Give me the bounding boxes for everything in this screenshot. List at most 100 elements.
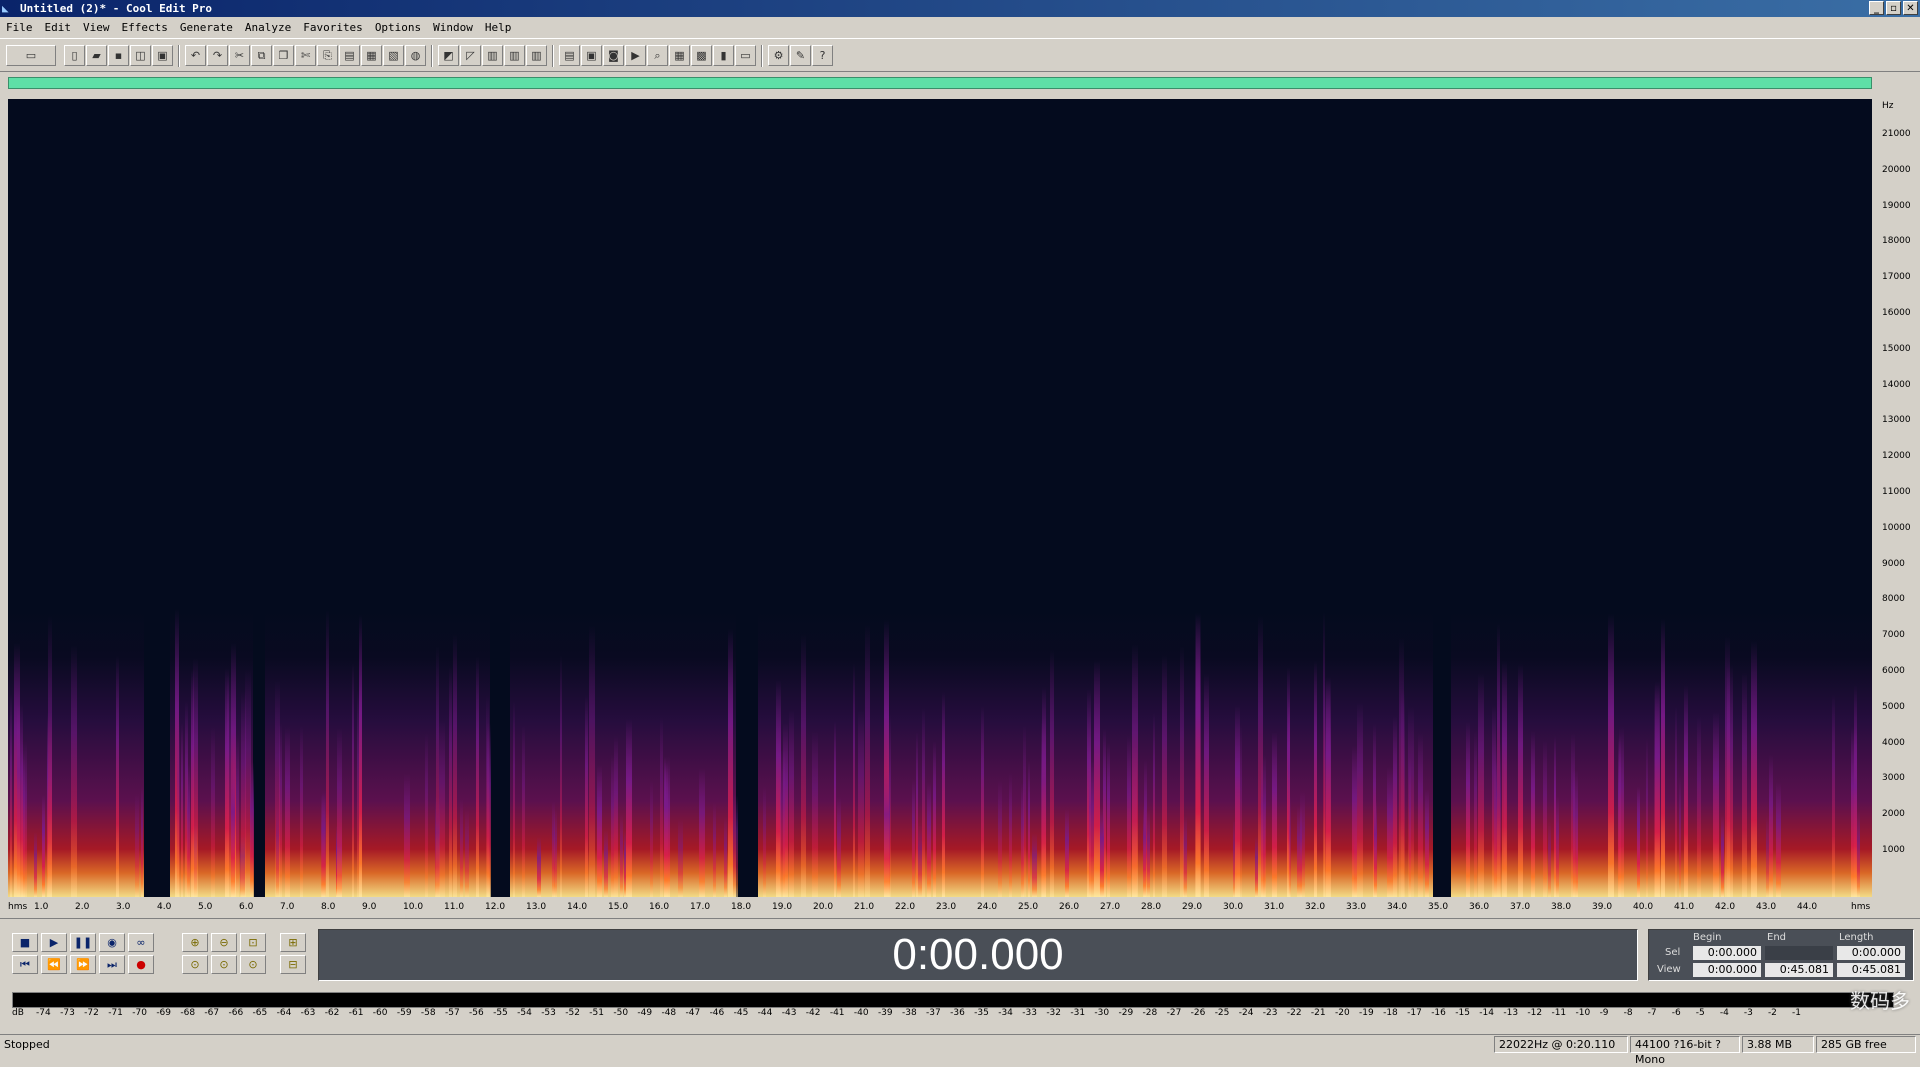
meter-tick-label: -60 (372, 1008, 388, 1018)
new-file-icon[interactable]: ▯ (64, 45, 85, 66)
multitrack-toggle-icon[interactable]: ▭ (6, 45, 56, 66)
meter-tick-label: -7 (1647, 1008, 1657, 1018)
zoom-out-horizontal-icon[interactable]: ⊖ (211, 933, 237, 952)
redo-icon[interactable]: ↷ (207, 45, 228, 66)
menu-favorites[interactable]: Favorites (297, 21, 369, 34)
meter-tick-label: -26 (1190, 1008, 1206, 1018)
zoom-full-icon[interactable]: ⊡ (240, 933, 266, 952)
copy-new-icon[interactable]: ❐ (273, 45, 294, 66)
save-all-icon[interactable]: ◫ (130, 45, 151, 66)
zoom-out-vertical-icon[interactable]: ⊟ (280, 955, 306, 974)
time-tick-label: 40.0 (1633, 902, 1654, 912)
go-to-end-button[interactable]: ⏭ (99, 955, 125, 974)
mix-paste-icon[interactable]: ▦ (361, 45, 382, 66)
meter-tick-label: -4 (1719, 1008, 1729, 1018)
sel-begin-field[interactable]: 0:00.000 (1693, 946, 1761, 960)
loop-button[interactable]: ∞ (128, 933, 154, 952)
spectral-burst (404, 774, 411, 897)
spectral-burst (1204, 674, 1210, 897)
copy-icon[interactable]: ⧉ (251, 45, 272, 66)
menu-options[interactable]: Options (369, 21, 427, 34)
play-list-icon[interactable]: ▣ (581, 45, 602, 66)
cut-icon[interactable]: ✄ (295, 45, 316, 66)
play-icon[interactable]: ▶ (625, 45, 646, 66)
pause-button[interactable]: ❚❚ (70, 933, 96, 952)
frequency-analysis-icon[interactable]: ⌕ (647, 45, 668, 66)
spectral-burst (512, 701, 515, 897)
time-tick-label: 36.0 (1469, 902, 1490, 912)
batch-icon[interactable]: ▩ (691, 45, 712, 66)
zoom-in-horizontal-icon[interactable]: ⊕ (182, 933, 208, 952)
paste-new-icon[interactable]: ▤ (339, 45, 360, 66)
time-ruler[interactable]: hms 1.0 2.0 3.0 4.0 5.0 6.0 7.0 8.0 9.0 10.0 11.0 1… (8, 899, 1872, 915)
spectral-burst (1040, 718, 1046, 897)
menu-effects[interactable]: Effects (116, 21, 174, 34)
view-end-field[interactable]: 0:45.081 (1765, 963, 1833, 977)
undo-icon[interactable]: ↶ (185, 45, 206, 66)
rewind-button[interactable]: ⏪ (41, 955, 67, 974)
statistics-icon[interactable]: ▦ (669, 45, 690, 66)
display-icon[interactable]: ▭ (735, 45, 756, 66)
cue-list-icon[interactable]: ▤ (559, 45, 580, 66)
spectral-burst (239, 833, 245, 897)
settings-icon[interactable]: ⚙ (768, 45, 789, 66)
menu-view[interactable]: View (77, 21, 116, 34)
zoom-right-icon[interactable]: ⊙ (240, 955, 266, 974)
sel-length-field[interactable]: 0:00.000 (1837, 946, 1905, 960)
meter-tick-label: -71 (108, 1008, 123, 1018)
zoom-to-selection-icon[interactable]: ⊙ (182, 955, 208, 974)
script-icon[interactable]: ✎ (790, 45, 811, 66)
time-unit-end: hms (1851, 902, 1871, 912)
time-tick-label: 3.0 (116, 902, 131, 912)
menu-analyze[interactable]: Analyze (239, 21, 297, 34)
snap-zero-icon[interactable]: ▥ (526, 45, 547, 66)
spectral-burst (135, 794, 139, 897)
go-to-start-button[interactable]: ⏮ (12, 955, 38, 974)
save-icon[interactable]: ▪ (108, 45, 129, 66)
view-length-field[interactable]: 0:45.081 (1837, 963, 1905, 977)
menu-generate[interactable]: Generate (174, 21, 239, 34)
spectral-burst (1502, 661, 1508, 897)
repeat-icon[interactable]: ✂ (229, 45, 250, 66)
spectral-burst (677, 819, 684, 897)
info-icon[interactable]: ◙ (603, 45, 624, 66)
zoom-left-icon[interactable]: ⊙ (211, 955, 237, 974)
close-button[interactable]: ✕ (1903, 1, 1918, 15)
close-file-icon[interactable]: ▣ (152, 45, 173, 66)
trim-icon[interactable]: ▧ (383, 45, 404, 66)
record-button[interactable]: ● (128, 955, 154, 974)
time-tick-label: 25.0 (1018, 902, 1039, 912)
play-button[interactable]: ▶ (41, 933, 67, 952)
overview-range-bar[interactable] (8, 77, 1872, 89)
spectral-burst (1065, 808, 1069, 897)
menu-edit[interactable]: Edit (39, 21, 78, 34)
spectral-burst (884, 769, 891, 897)
spectrogram-view[interactable] (8, 99, 1872, 897)
snap-cue-icon[interactable]: ▥ (504, 45, 525, 66)
menu-file[interactable]: File (0, 21, 39, 34)
paste-icon[interactable]: ⎘ (317, 45, 338, 66)
view-begin-field[interactable]: 0:00.000 (1693, 963, 1761, 977)
menu-window[interactable]: Window (427, 21, 479, 34)
stop-button[interactable]: ■ (12, 933, 38, 952)
menu-help[interactable]: Help (479, 21, 518, 34)
waveform-view-icon[interactable]: ◸ (460, 45, 481, 66)
spectral-burst (1725, 636, 1731, 897)
sel-end-field[interactable] (1765, 946, 1833, 960)
spectral-view-icon[interactable]: ◩ (438, 45, 459, 66)
meter-icon[interactable]: ▮ (713, 45, 734, 66)
meter-tick-label: -17 (1407, 1008, 1422, 1018)
silence-icon[interactable]: ◍ (405, 45, 426, 66)
spectral-burst (1618, 727, 1624, 897)
meter-tick-label: -10 (1575, 1008, 1591, 1018)
minimize-button[interactable]: _ (1869, 1, 1884, 15)
maximize-button[interactable]: ▫ (1886, 1, 1901, 15)
zoom-in-vertical-icon[interactable]: ⊞ (280, 933, 306, 952)
fast-forward-button[interactable]: ⏩ (70, 955, 96, 974)
meter-tick-label: -52 (565, 1008, 580, 1018)
play-to-end-button[interactable]: ◉ (99, 933, 125, 952)
time-tick-label: 5.0 (198, 902, 213, 912)
help-icon[interactable]: ? (812, 45, 833, 66)
open-file-icon[interactable]: ▰ (86, 45, 107, 66)
snap-ruler-icon[interactable]: ▥ (482, 45, 503, 66)
